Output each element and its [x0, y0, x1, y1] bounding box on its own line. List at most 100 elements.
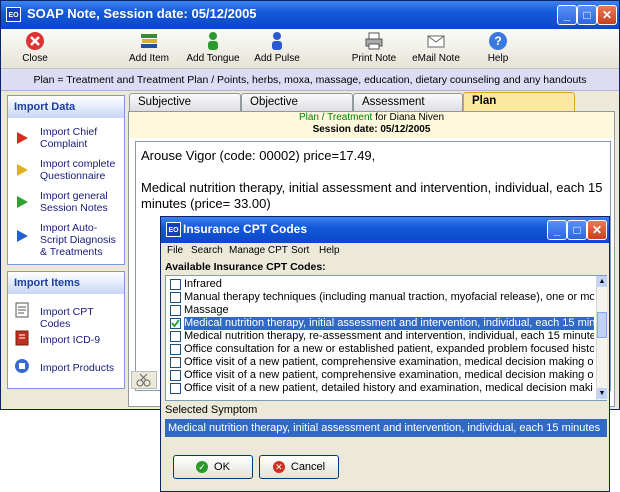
tab-plan[interactable]: Plan — [463, 92, 575, 112]
import-general-session-notes[interactable]: Import general Session Notes — [8, 190, 124, 216]
import-data-title: Import Data — [8, 96, 124, 118]
dialog-maximize-button[interactable]: □ — [567, 220, 587, 240]
email-note-label: eMail Note — [412, 53, 460, 64]
checkbox[interactable] — [170, 331, 181, 342]
cancel-icon: ✕ — [272, 461, 285, 474]
arrow-red-icon — [14, 130, 30, 146]
ok-label: OK — [214, 461, 230, 473]
add-item-label: Add Item — [128, 53, 170, 64]
dialog-menu-bar: File Search Manage CPT Sort Help — [161, 243, 609, 259]
help-icon: ? — [488, 31, 508, 51]
person-green-icon — [203, 31, 223, 51]
list-item-selected[interactable]: Medical nutrition therapy, initial asses… — [168, 317, 594, 330]
import-chief-complaint[interactable]: Import Chief Complaint — [8, 126, 124, 152]
checkbox[interactable] — [170, 383, 181, 394]
list-item[interactable]: Medical nutrition therapy, re-assessment… — [168, 330, 594, 343]
dialog-minimize-button[interactable]: _ — [547, 220, 567, 240]
add-tongue-label: Add Tongue — [186, 53, 240, 64]
help-button[interactable]: ? Help — [483, 31, 513, 67]
scissors-icon[interactable] — [131, 371, 157, 389]
import-cpt-codes[interactable]: Import CPT Codes — [8, 302, 124, 330]
app-icon: EO — [6, 7, 21, 22]
menu-manage-cpt[interactable]: Manage CPT — [229, 243, 288, 259]
cancel-label: Cancel — [290, 461, 326, 473]
import-auto-script[interactable]: Import Auto-Script Diagnosis & Treatment… — [8, 222, 124, 260]
cancel-button[interactable]: ✕ Cancel — [259, 455, 339, 479]
list-item[interactable]: Massage — [168, 304, 594, 317]
available-codes-label: Available Insurance CPT Codes: — [165, 261, 326, 273]
dialog-app-icon: EO — [166, 222, 181, 237]
import-complete-questionnaire[interactable]: Import complete Questionnaire — [8, 158, 124, 184]
list-item[interactable]: Infrared — [168, 278, 594, 291]
check-icon: ✓ — [196, 461, 209, 474]
menu-sort[interactable]: Sort — [291, 243, 309, 259]
list-scrollbar[interactable]: ▲ ▼ — [596, 276, 607, 400]
add-pulse-button[interactable]: Add Pulse — [253, 31, 301, 67]
menu-file[interactable]: File — [167, 243, 183, 259]
list-item[interactable]: Office visit of a new patient, comprehen… — [168, 369, 594, 382]
print-note-label: Print Note — [351, 53, 397, 64]
import-data-panel: Import Data Import Chief Complaint Impor… — [7, 95, 125, 265]
menu-help[interactable]: Help — [319, 243, 340, 259]
cpt-code-list[interactable]: Infrared Manual therapy techniques (incl… — [165, 275, 607, 401]
help-label: Help — [487, 53, 509, 64]
toolbar: Close Add Item Add Tongue Add Pulse Prin… — [1, 29, 619, 69]
printer-icon — [364, 31, 384, 51]
window-title: SOAP Note, Session date: 05/12/2005 — [27, 6, 257, 21]
dialog-title-bar[interactable]: EO Insurance CPT Codes _ □ ✕ — [161, 217, 609, 243]
editor-line-2: Medical nutrition therapy, initial asses… — [141, 180, 603, 211]
books-icon — [139, 31, 159, 51]
tab-objective[interactable]: Objective — [241, 93, 353, 111]
patient-header-prefix: Plan / Treatment — [298, 112, 373, 123]
title-bar[interactable]: EO SOAP Note, Session date: 05/12/2005 _… — [1, 1, 619, 29]
person-blue-icon — [267, 31, 287, 51]
list-item[interactable]: Manual therapy techniques (including man… — [168, 291, 594, 304]
patient-header-name: for Diana Niven — [372, 112, 445, 123]
close-button[interactable]: Close — [15, 31, 55, 67]
arrow-green-icon — [14, 194, 30, 210]
insurance-cpt-dialog: EO Insurance CPT Codes _ □ ✕ File Search… — [160, 216, 610, 492]
checkbox-checked[interactable] — [170, 318, 181, 329]
tab-subjective[interactable]: Subjective — [129, 93, 241, 111]
dialog-title: Insurance CPT Codes — [183, 222, 308, 236]
envelope-icon — [426, 31, 446, 51]
checkbox[interactable] — [170, 370, 181, 381]
import-items-panel: Import Items Import CPT Codes Import ICD… — [7, 271, 125, 389]
list-item[interactable]: Office visit of a new patient, detailed … — [168, 382, 594, 395]
scroll-thumb[interactable] — [597, 312, 607, 338]
checkbox[interactable] — [170, 357, 181, 368]
close-label: Close — [22, 53, 48, 64]
minimize-button[interactable]: _ — [557, 5, 577, 25]
products-icon — [14, 358, 30, 374]
import-products[interactable]: Import Products — [8, 358, 124, 378]
maximize-button[interactable]: □ — [577, 5, 597, 25]
ok-button[interactable]: ✓ OK — [173, 455, 253, 479]
selected-symptom-label: Selected Symptom — [165, 404, 258, 416]
arrow-yellow-icon — [14, 162, 30, 178]
checkbox[interactable] — [170, 292, 181, 303]
tab-assessment[interactable]: Assessment — [353, 93, 463, 111]
menu-search[interactable]: Search — [191, 243, 223, 259]
patient-header: Plan / Treatment for Diana Niven Session… — [129, 112, 614, 138]
scroll-up-icon[interactable]: ▲ — [597, 276, 607, 287]
document-icon — [14, 302, 30, 318]
patient-session-date: Session date: 05/12/2005 — [312, 124, 431, 135]
checkbox[interactable] — [170, 279, 181, 290]
close-icon — [25, 31, 45, 51]
import-icd9[interactable]: Import ICD-9 — [8, 330, 124, 350]
scroll-down-icon[interactable]: ▼ — [597, 388, 607, 399]
add-tongue-button[interactable]: Add Tongue — [184, 31, 242, 67]
selected-symptom-value[interactable]: Medical nutrition therapy, initial asses… — [165, 419, 607, 437]
dialog-close-button[interactable]: ✕ — [587, 220, 607, 240]
editor-line-1: Arouse Vigor (code: 00002) price=17.49, — [141, 148, 376, 163]
email-note-button[interactable]: eMail Note — [411, 31, 461, 67]
plan-description-bar: Plan = Treatment and Treatment Plan / Po… — [1, 69, 619, 91]
print-note-button[interactable]: Print Note — [350, 31, 398, 67]
add-pulse-label: Add Pulse — [254, 53, 300, 64]
checkbox[interactable] — [170, 305, 181, 316]
close-window-button[interactable]: ✕ — [597, 5, 617, 25]
add-item-button[interactable]: Add Item — [125, 31, 173, 67]
list-item[interactable]: Office consultation for a new or establi… — [168, 343, 594, 356]
checkbox[interactable] — [170, 344, 181, 355]
list-item[interactable]: Office visit of a new patient, comprehen… — [168, 356, 594, 369]
